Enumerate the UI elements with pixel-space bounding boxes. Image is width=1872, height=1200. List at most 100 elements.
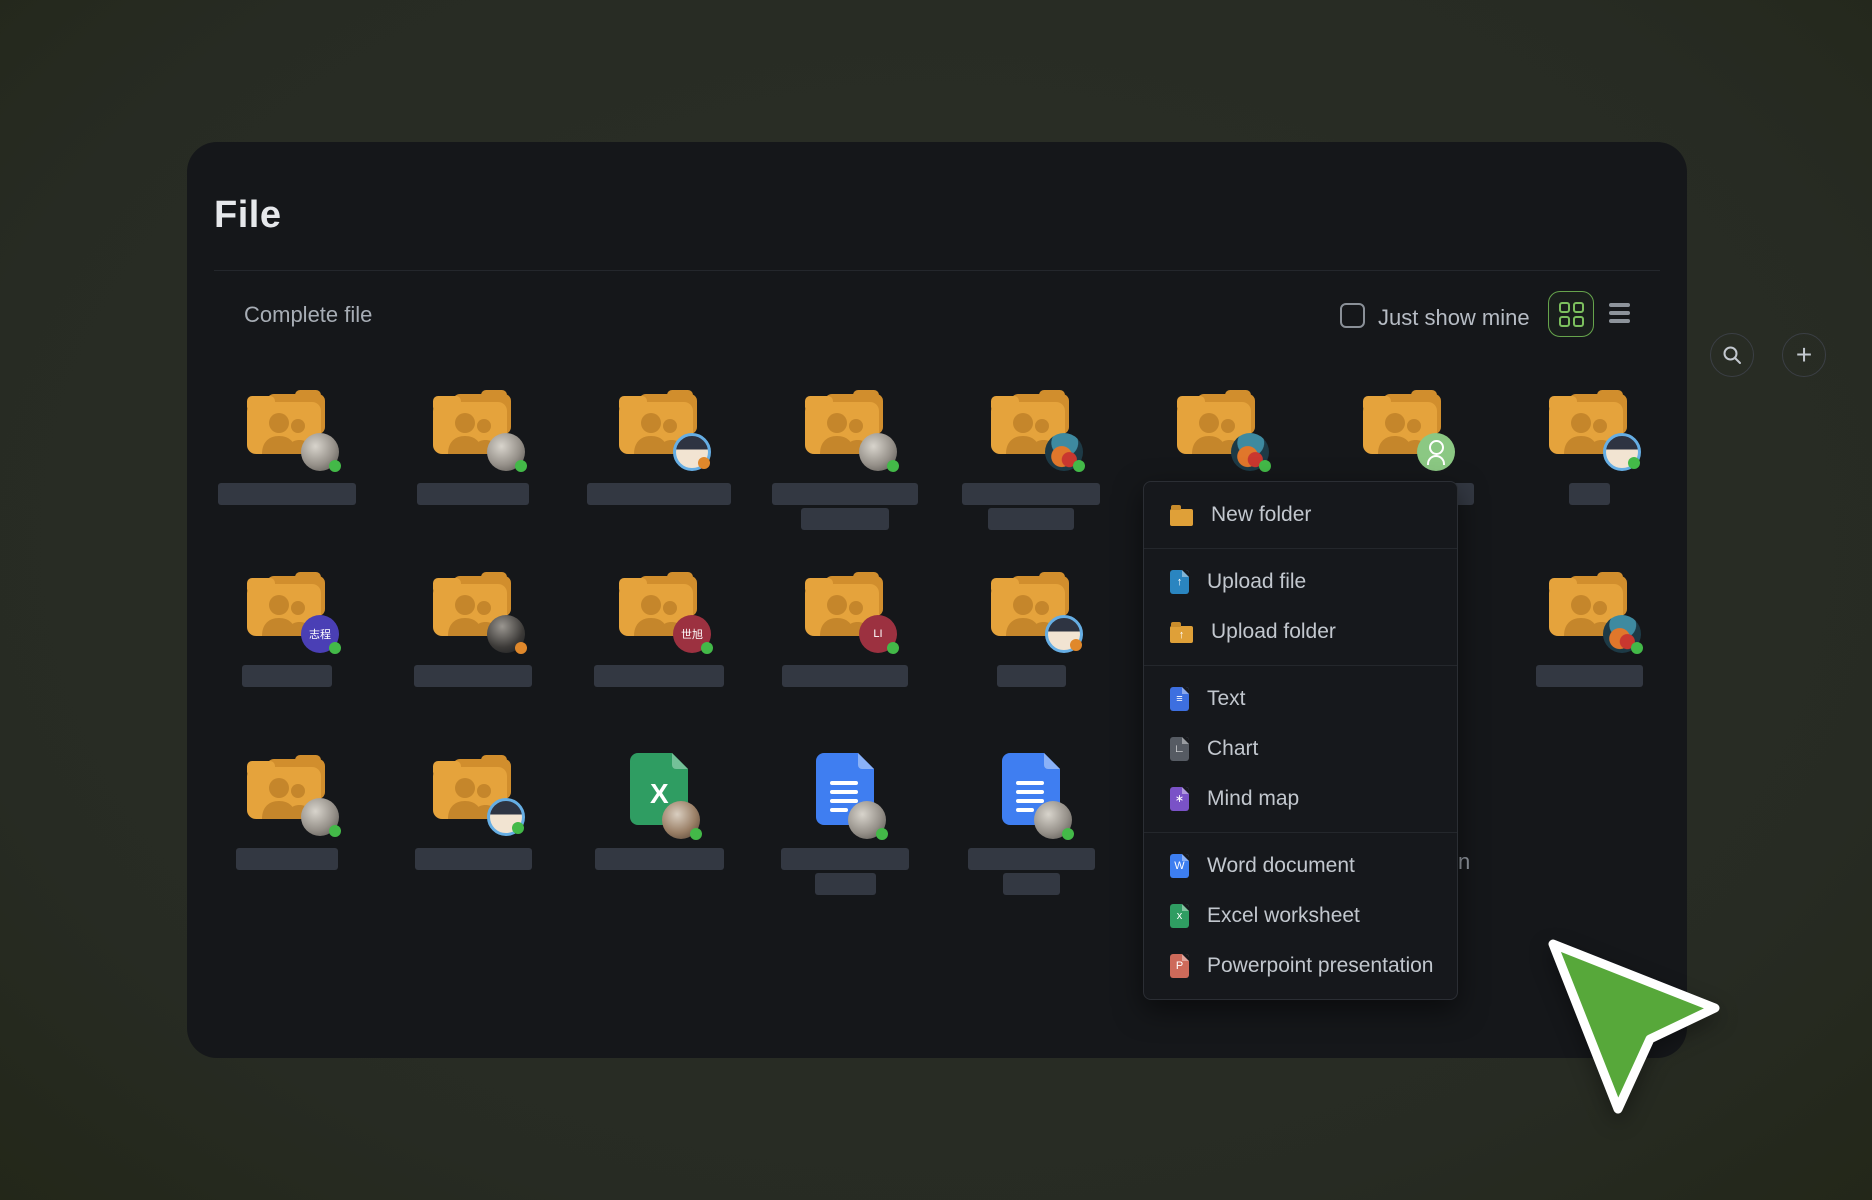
- menu-item-upload-folder[interactable]: ↑ Upload folder: [1144, 607, 1457, 657]
- folder-item[interactable]: [938, 570, 1124, 720]
- name-placeholder-bar: [1569, 483, 1610, 505]
- menu-item-label: Chart: [1207, 737, 1258, 761]
- stone-avatar: [1034, 801, 1072, 839]
- add-button[interactable]: +: [1782, 333, 1826, 377]
- menu-item-upload-file[interactable]: ↑Upload file: [1144, 557, 1457, 607]
- file-icon: [1496, 570, 1682, 648]
- menu-item-powerpoint-presentation[interactable]: P Powerpoint presentation: [1144, 941, 1457, 991]
- menu-item-mind-map[interactable]: ∗Mind map: [1144, 774, 1457, 824]
- upload-file-icon: ↑: [1170, 570, 1189, 594]
- just-show-mine-checkbox[interactable]: [1340, 303, 1365, 328]
- search-button[interactable]: [1710, 333, 1754, 377]
- status-dot-green: [1259, 460, 1271, 472]
- folder-item[interactable]: LI: [752, 570, 938, 720]
- file-icon: [752, 753, 938, 831]
- file-icon: [380, 753, 566, 831]
- name-placeholder-bar: [1003, 873, 1060, 895]
- grid-view-icon: [1559, 302, 1584, 327]
- status-dot-green: [1631, 642, 1643, 654]
- kid-avatar: [1045, 433, 1083, 471]
- menu-item-label: New folder: [1211, 503, 1311, 527]
- file-name-placeholder: [566, 483, 752, 505]
- chart-icon: ∟: [1170, 737, 1189, 761]
- menu-item-text[interactable]: ≡Text: [1144, 674, 1457, 724]
- search-icon: [1721, 344, 1743, 366]
- name-placeholder-bar: [414, 665, 532, 687]
- status-dot-orange: [698, 457, 710, 469]
- powerpoint-presentation-icon: P: [1170, 954, 1189, 978]
- menu-item-word-document[interactable]: W Word document: [1144, 841, 1457, 891]
- name-placeholder-bar: [801, 508, 889, 530]
- folder-item[interactable]: 世旭: [566, 570, 752, 720]
- file-name-placeholder: [566, 848, 752, 870]
- list-view-toggle[interactable]: [1605, 297, 1635, 329]
- file-icon: [938, 388, 1124, 466]
- hidden-label-fragment: n: [1458, 849, 1470, 875]
- folder-item[interactable]: [194, 753, 380, 903]
- file-name-placeholder: [380, 848, 566, 870]
- file-icon: [566, 570, 752, 648]
- menu-item-label: Powerpoint presentation: [1207, 954, 1433, 978]
- folder-item[interactable]: [1496, 388, 1682, 538]
- doc-file-item[interactable]: [938, 753, 1124, 903]
- menu-item-chart[interactable]: ∟ Chart: [1144, 724, 1457, 774]
- name-placeholder-bar: [781, 848, 909, 870]
- stone-avatar: [848, 801, 886, 839]
- name-placeholder-bar: [236, 848, 338, 870]
- red-avatar: 世旭: [673, 615, 711, 653]
- file-icon: [194, 388, 380, 466]
- folder-item[interactable]: 志程: [194, 570, 380, 720]
- file-icon: [566, 388, 752, 466]
- file-icon: [752, 570, 938, 648]
- new-folder-icon: [1170, 509, 1193, 526]
- folder-item[interactable]: [194, 388, 380, 538]
- status-dot-green: [701, 642, 713, 654]
- menu-item-label: Upload folder: [1211, 620, 1336, 644]
- excel-file-item[interactable]: X: [566, 753, 752, 903]
- name-placeholder-bar: [997, 665, 1066, 687]
- header-divider: [214, 270, 1660, 271]
- name-placeholder-bar: [595, 848, 724, 870]
- page-title: File: [214, 194, 281, 237]
- status-dot-green: [1628, 457, 1640, 469]
- boy-avatar: [1045, 615, 1083, 653]
- folder-item[interactable]: [938, 388, 1124, 538]
- menu-item-new-folder[interactable]: New folder: [1144, 490, 1457, 540]
- desktop-background: { "header": { "title": "File" }, "toolba…: [0, 0, 1872, 1200]
- file-icon: [380, 570, 566, 648]
- status-dot-green: [887, 642, 899, 654]
- name-placeholder-bar: [218, 483, 356, 505]
- status-dot-orange: [515, 642, 527, 654]
- file-icon: [1124, 388, 1310, 466]
- doc-file-item[interactable]: [752, 753, 938, 903]
- folder-item[interactable]: [380, 753, 566, 903]
- upload-folder-icon: ↑: [1170, 626, 1193, 643]
- text-icon: ≡: [1170, 687, 1189, 711]
- file-name-placeholder: [938, 848, 1124, 895]
- status-dot-green: [329, 642, 341, 654]
- menu-group: W Word document xExcel worksheet P Powerpoin…: [1144, 832, 1457, 999]
- cursor-icon: [1545, 936, 1730, 1126]
- file-name-placeholder: [938, 483, 1124, 530]
- kid-avatar: [1231, 433, 1269, 471]
- folder-item[interactable]: [380, 570, 566, 720]
- status-dot-green: [329, 825, 341, 837]
- file-name-placeholder: [938, 665, 1124, 687]
- status-dot-green: [1062, 828, 1074, 840]
- menu-item-excel-worksheet[interactable]: xExcel worksheet: [1144, 891, 1457, 941]
- menu-item-label: Word document: [1207, 854, 1355, 878]
- kid-avatar: [1603, 615, 1641, 653]
- folder-item[interactable]: [1496, 570, 1682, 720]
- folder-item[interactable]: [380, 388, 566, 538]
- status-dot-green: [1073, 460, 1085, 472]
- file-icon: [938, 753, 1124, 831]
- word-document-icon: W: [1170, 854, 1189, 878]
- folder-item[interactable]: [752, 388, 938, 538]
- grid-view-toggle[interactable]: [1548, 291, 1594, 337]
- menu-group: ≡Text ∟ Chart ∗Mind map: [1144, 665, 1457, 832]
- just-show-mine-label: Just show mine: [1378, 305, 1530, 331]
- folder-item[interactable]: [566, 388, 752, 538]
- name-placeholder-bar: [417, 483, 529, 505]
- status-dot-green: [876, 828, 888, 840]
- stone-dark-avatar: [487, 615, 525, 653]
